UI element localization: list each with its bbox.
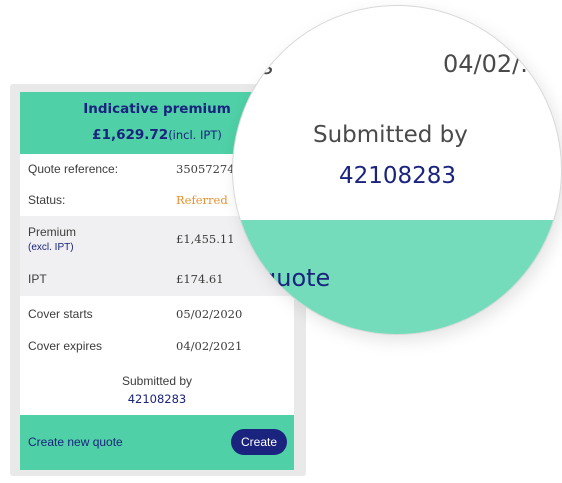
magnified-partial-label: s bbox=[261, 52, 274, 80]
magnifier-lens: s 04/02/. Submitted by 42108283 quote bbox=[232, 5, 562, 335]
card-footer: Create new quote Create bbox=[20, 415, 294, 470]
magnified-cover-expires-value: 04/02/. bbox=[443, 50, 528, 78]
status-value: Referred bbox=[176, 193, 228, 207]
premium-ipt-note: (incl. IPT) bbox=[168, 128, 222, 142]
create-button[interactable]: Create bbox=[231, 429, 287, 455]
submitted-by-id: 42108283 bbox=[127, 392, 187, 406]
cover-expires-label: Cover expires bbox=[28, 339, 103, 353]
magnified-submitted-label: Submitted by bbox=[313, 122, 468, 148]
ipt-label: IPT bbox=[28, 272, 47, 286]
premium-value: £1,455.11 bbox=[176, 232, 235, 246]
cover-starts-label: Cover starts bbox=[28, 307, 93, 321]
premium-label: Premium bbox=[28, 225, 77, 239]
status-label: Status: bbox=[28, 193, 66, 207]
row-cover-expires: Cover expires 04/02/2021 bbox=[20, 330, 294, 364]
cover-expires-value: 04/02/2021 bbox=[176, 339, 243, 353]
create-new-quote-link[interactable]: Create new quote bbox=[28, 435, 123, 449]
magnified-submitted-id: 42108283 bbox=[339, 163, 457, 189]
magnified-quote-link: quote bbox=[261, 264, 331, 292]
ipt-value: £174.61 bbox=[176, 272, 224, 286]
submitted-by-label: Submitted by bbox=[121, 374, 193, 388]
premium-sub-label: (excl. IPT) bbox=[28, 242, 74, 253]
quote-reference-label: Quote reference: bbox=[28, 162, 119, 176]
premium-amount: £1,629.72 bbox=[92, 127, 169, 143]
